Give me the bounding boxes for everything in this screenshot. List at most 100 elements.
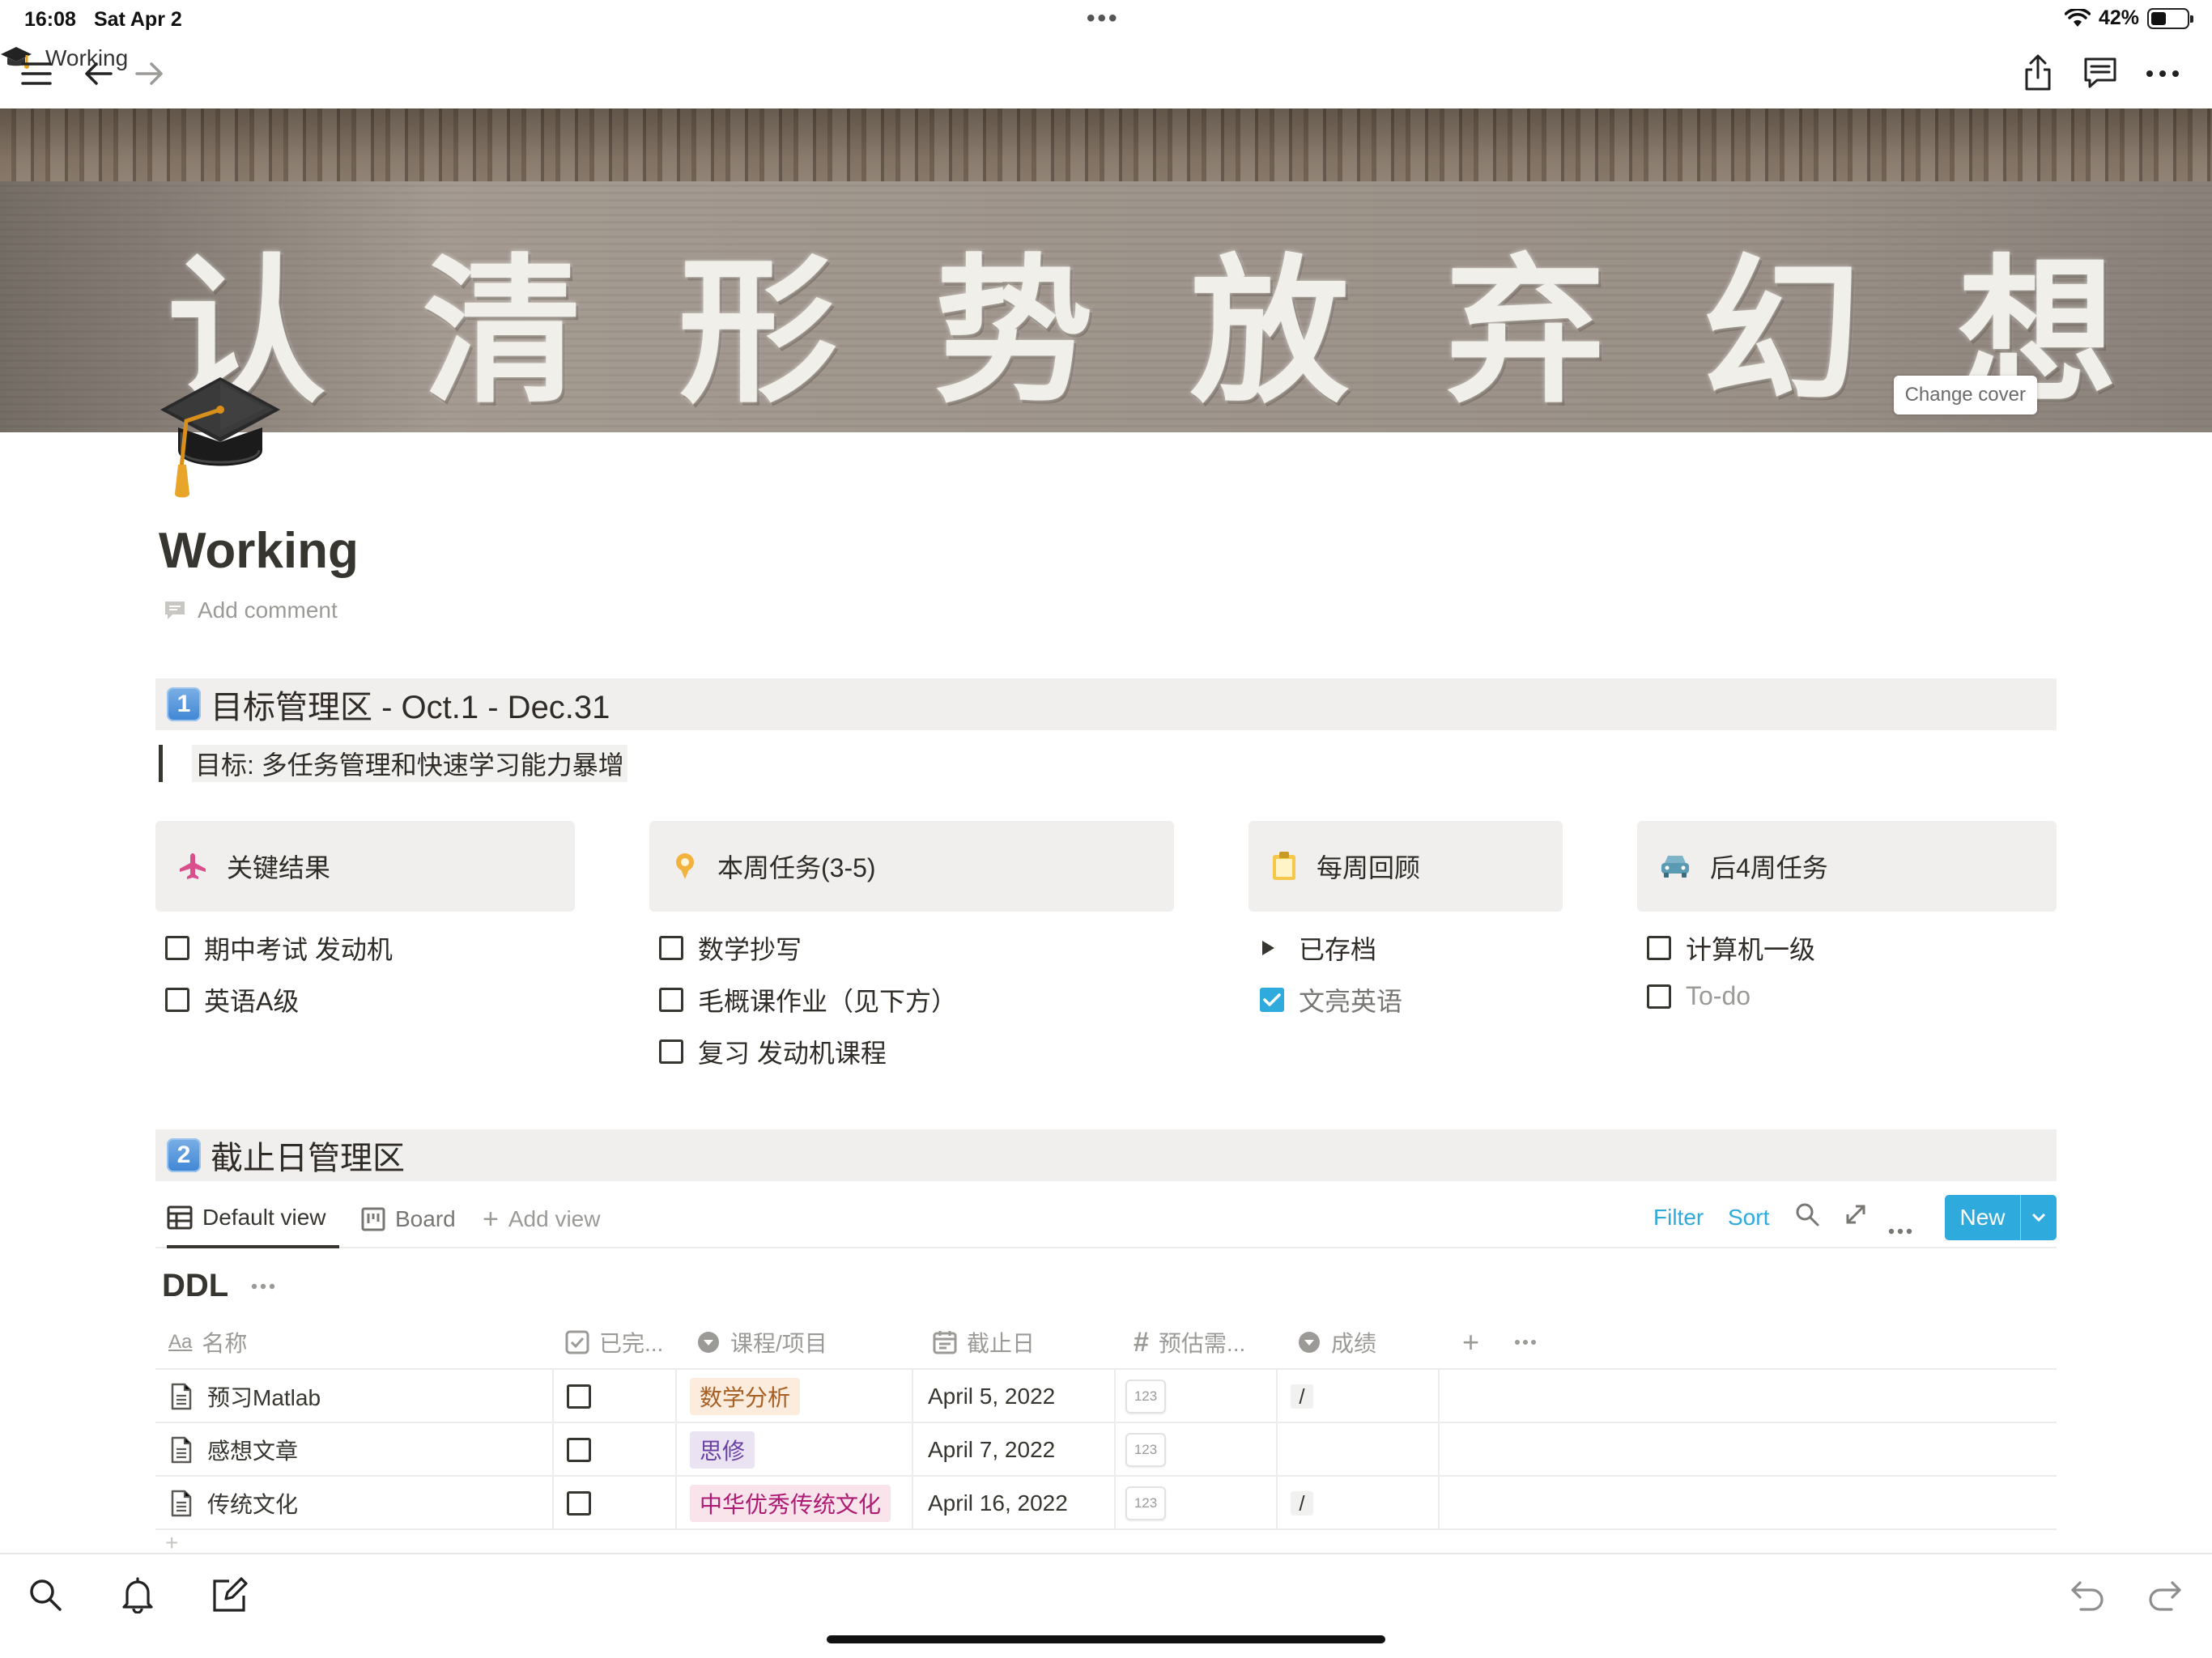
expand-icon[interactable]	[1844, 1203, 1867, 1231]
status-right: 42%	[2064, 6, 2193, 30]
checkbox[interactable]	[567, 1438, 591, 1462]
checkbox[interactable]	[165, 988, 189, 1012]
cell-course[interactable]: 数学分析	[677, 1370, 913, 1423]
cell-name[interactable]: 传统文化	[155, 1477, 554, 1530]
column-header-course[interactable]: 课程/项目	[696, 1315, 827, 1370]
more-options-icon[interactable]	[1514, 1315, 1537, 1370]
cell-grade[interactable]: /	[1278, 1477, 1440, 1530]
todo-item[interactable]: 毛概课作业（见下方）	[659, 981, 957, 1018]
cell-name[interactable]: 感想文章	[155, 1423, 554, 1477]
search-icon[interactable]	[1794, 1201, 1820, 1233]
callout-weekly-review[interactable]: 每周回顾	[1249, 821, 1563, 912]
add-property-plus-icon[interactable]: +	[1462, 1315, 1479, 1370]
cell-course[interactable]: 思修	[677, 1423, 913, 1477]
cell-name[interactable]: 预习Matlab	[155, 1370, 554, 1423]
toggle-triangle-icon[interactable]	[1260, 939, 1276, 957]
undo-icon[interactable]	[2066, 1575, 2108, 1618]
table-row[interactable]: 感想文章 思修 April 7, 2022 123	[155, 1423, 2057, 1477]
cell-done[interactable]	[554, 1477, 677, 1530]
share-icon[interactable]	[2019, 50, 2057, 96]
todo-item[interactable]: 期中考试 发动机	[165, 929, 393, 967]
more-options-icon[interactable]	[2144, 55, 2181, 92]
home-indicator[interactable]	[827, 1635, 1385, 1643]
forward-arrow-icon[interactable]	[131, 55, 168, 92]
callout-title: 每周回顾	[1317, 853, 1421, 882]
table-header: Aa 名称 已完... 课程/项目 截止日 # 预估需... 成绩 +	[155, 1315, 2057, 1370]
callout-key-results[interactable]: 关键结果	[155, 821, 575, 912]
row-name: 传统文化	[207, 1492, 299, 1517]
new-button-label[interactable]: New	[1945, 1195, 2021, 1240]
cell-done[interactable]	[554, 1370, 677, 1423]
todo-item[interactable]: 数学抄写	[659, 929, 802, 967]
search-icon[interactable]	[24, 1574, 66, 1616]
checkbox[interactable]	[165, 936, 189, 960]
cell-estimate[interactable]: 123	[1116, 1477, 1278, 1530]
checkbox[interactable]	[659, 936, 683, 960]
goal-quote[interactable]: 目标: 多任务管理和快速学习能力暴增	[159, 745, 627, 782]
todo-placeholder[interactable]: To-do	[1647, 981, 1750, 1011]
column-header-deadline[interactable]: 截止日	[933, 1315, 1035, 1370]
add-view-button[interactable]: + Add view	[483, 1190, 600, 1248]
todo-item[interactable]: 复习 发动机课程	[659, 1033, 887, 1070]
column-header-name[interactable]: Aa 名称	[168, 1315, 247, 1370]
todo-item[interactable]: 计算机一级	[1647, 929, 1815, 967]
keycap-one-icon: 1	[167, 687, 201, 721]
checkbox[interactable]	[567, 1491, 591, 1516]
new-button[interactable]: New	[1945, 1195, 2057, 1240]
table-row[interactable]: 传统文化 中华优秀传统文化 April 16, 2022 123 /	[155, 1477, 2057, 1530]
clipboard-icon	[1273, 852, 1295, 880]
callout-next-4-weeks[interactable]: 后4周任务	[1637, 821, 2057, 912]
column-header-done[interactable]: 已完...	[565, 1315, 663, 1370]
checkbox[interactable]	[1647, 936, 1671, 960]
pin-icon	[676, 853, 694, 879]
cell-estimate[interactable]: 123	[1116, 1370, 1278, 1423]
column-header-grade[interactable]: 成绩	[1297, 1315, 1376, 1370]
filter-button[interactable]: Filter	[1653, 1205, 1704, 1231]
menu-icon[interactable]	[18, 55, 55, 92]
database-title[interactable]: DDL	[162, 1268, 228, 1304]
back-arrow-icon[interactable]	[79, 55, 117, 92]
chevron-down-icon[interactable]	[2021, 1213, 2057, 1222]
cell-deadline[interactable]: April 16, 2022	[913, 1477, 1116, 1530]
section-header-deadlines[interactable]: 2 截止日管理区	[155, 1129, 2057, 1181]
page-title[interactable]: Working	[159, 522, 359, 580]
checkbox-type-icon	[565, 1330, 589, 1354]
cell-deadline[interactable]: April 7, 2022	[913, 1423, 1116, 1477]
cell-grade[interactable]	[1278, 1423, 1440, 1477]
cell-estimate[interactable]: 123	[1116, 1423, 1278, 1477]
checkbox[interactable]	[659, 988, 683, 1012]
table-row[interactable]: 预习Matlab 数学分析 April 5, 2022 123 /	[155, 1370, 2057, 1423]
change-cover-button[interactable]: Change cover	[1893, 376, 2037, 414]
checkbox-checked[interactable]	[1260, 988, 1284, 1012]
checkbox[interactable]	[1647, 984, 1671, 1009]
cell-deadline[interactable]: April 5, 2022	[913, 1370, 1116, 1423]
archived-toggle[interactable]: 已存档	[1260, 929, 1376, 967]
comments-icon[interactable]	[2081, 53, 2120, 92]
bell-icon[interactable]	[117, 1574, 159, 1616]
section-header-goals[interactable]: 1 目标管理区 - Oct.1 - Dec.31	[155, 678, 2057, 730]
breadcrumb[interactable]: Working	[0, 42, 2212, 74]
checkbox[interactable]	[567, 1384, 591, 1409]
cell-course[interactable]: 中华优秀传统文化	[677, 1477, 913, 1530]
tab-board[interactable]: Board	[361, 1190, 456, 1248]
compose-icon[interactable]	[209, 1574, 251, 1616]
more-options-icon[interactable]	[251, 1283, 275, 1290]
column-header-estimate[interactable]: # 预估需...	[1134, 1315, 1245, 1370]
checkbox[interactable]	[659, 1039, 683, 1064]
sort-button[interactable]: Sort	[1728, 1205, 1769, 1231]
redo-icon[interactable]	[2144, 1575, 2186, 1618]
multitask-dots-icon[interactable]: •••	[1087, 5, 1120, 32]
tab-default-view[interactable]: Default view	[167, 1190, 339, 1248]
slogan-character: 清	[422, 240, 583, 425]
todo-item[interactable]: 文亮英语	[1260, 981, 1402, 1018]
cell-done[interactable]	[554, 1423, 677, 1477]
new-row-partial[interactable]: +	[165, 1535, 230, 1553]
deadline-date: April 16, 2022	[928, 1490, 1068, 1516]
document-icon	[170, 1383, 193, 1410]
graduation-cap-icon[interactable]	[154, 372, 291, 502]
callout-weekly-tasks[interactable]: 本周任务(3-5)	[649, 821, 1174, 912]
add-comment-button[interactable]: Add comment	[164, 597, 338, 623]
more-options-icon[interactable]	[1888, 1214, 1912, 1240]
cell-grade[interactable]: /	[1278, 1370, 1440, 1423]
todo-item[interactable]: 英语A级	[165, 981, 299, 1018]
